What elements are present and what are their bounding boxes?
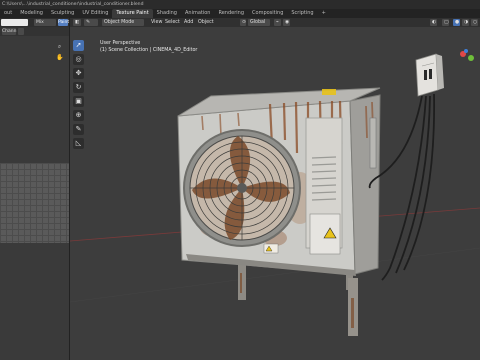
menu-object[interactable]: Object bbox=[196, 19, 216, 26]
side-bracket bbox=[369, 117, 377, 169]
menu-select[interactable]: Select bbox=[163, 19, 182, 26]
workspace-tabs: out Modeling Sculpting UV Editing Textur… bbox=[0, 9, 480, 18]
blend-mode-select[interactable]: Mix bbox=[34, 19, 56, 26]
image-editor-subheader: Chann bbox=[0, 27, 69, 36]
overlays-icon[interactable]: ◐ bbox=[430, 19, 437, 26]
scale-icon[interactable]: ▣ bbox=[73, 96, 84, 107]
proportional-edit-icon[interactable]: ◉ bbox=[283, 19, 290, 26]
add-workspace-button[interactable]: + bbox=[318, 9, 330, 18]
y-axis-icon bbox=[468, 55, 474, 61]
window-title: C:\Users\...\industrial_conditioner\indu… bbox=[0, 0, 480, 9]
image-editor-header: Mix Paint bbox=[0, 18, 69, 27]
viewport-info: User Perspective (1) Scene Collection | … bbox=[100, 40, 197, 54]
tab-scripting[interactable]: Scripting bbox=[287, 9, 317, 18]
z-axis-icon bbox=[464, 49, 468, 53]
tab-compositing[interactable]: Compositing bbox=[248, 9, 287, 18]
material-shading-icon[interactable]: ◑ bbox=[462, 19, 469, 26]
image-editor-panel: Mix Paint Chann ⌕ ✋ bbox=[0, 18, 70, 360]
electrical-box bbox=[415, 53, 444, 97]
xray-icon[interactable]: ▢ bbox=[442, 19, 449, 26]
select-cursor-icon[interactable]: ➚ bbox=[73, 40, 84, 51]
measure-icon[interactable]: ◺ bbox=[73, 138, 84, 149]
navigation-gizmo[interactable] bbox=[456, 48, 478, 78]
solid-shading-icon[interactable]: ● bbox=[453, 19, 460, 26]
paint-mode-button[interactable]: Paint bbox=[58, 19, 69, 26]
tool-shelf: ➚ ◎ ✥ ↻ ▣ ⊕ ✎ ◺ bbox=[73, 40, 85, 152]
move-icon[interactable]: ✥ bbox=[73, 68, 84, 79]
pan-hand-icon[interactable]: ✋ bbox=[56, 54, 63, 61]
tab-rendering[interactable]: Rendering bbox=[214, 9, 248, 18]
tab-shading[interactable]: Shading bbox=[153, 9, 181, 18]
uv-grid[interactable] bbox=[0, 163, 69, 243]
viewport-header: ◧ ✎ Object Mode View Select Add Object ⊙… bbox=[70, 18, 480, 27]
rendered-shading-icon[interactable]: ○ bbox=[471, 19, 478, 26]
top-label-sticker bbox=[322, 89, 336, 95]
cursor-icon[interactable]: ◎ bbox=[73, 54, 84, 65]
object-mode-select[interactable]: Object Mode bbox=[102, 19, 144, 26]
view-channels-select[interactable]: Chann bbox=[2, 28, 16, 35]
zoom-icon[interactable]: ⌕ bbox=[56, 43, 63, 50]
tab-animation[interactable]: Animation bbox=[181, 9, 215, 18]
transform-icon[interactable]: ⊕ bbox=[73, 110, 84, 121]
orientation-select[interactable]: Global bbox=[248, 19, 270, 26]
view-perspective-label: User Perspective bbox=[100, 41, 141, 46]
paint-brush-icon[interactable]: ✎ bbox=[84, 19, 98, 26]
chevron-down-icon[interactable] bbox=[18, 28, 24, 35]
tab-modeling[interactable]: Modeling bbox=[16, 9, 47, 18]
rotate-icon[interactable]: ↻ bbox=[73, 82, 84, 93]
3d-viewport[interactable]: ◧ ✎ Object Mode View Select Add Object ⊙… bbox=[70, 18, 480, 360]
menu-add[interactable]: Add bbox=[182, 19, 195, 26]
scene-render bbox=[70, 53, 480, 336]
tab-texture-paint[interactable]: Texture Paint bbox=[112, 9, 153, 18]
annotate-icon[interactable]: ✎ bbox=[73, 124, 84, 135]
tab-sculpting[interactable]: Sculpting bbox=[47, 9, 78, 18]
transform-pivot-icon[interactable]: ⊙ bbox=[240, 19, 246, 26]
tab-uv-editing[interactable]: UV Editing bbox=[78, 9, 112, 18]
label-sticker bbox=[263, 243, 279, 254]
snap-icon[interactable]: ⌁ bbox=[274, 19, 281, 26]
brush-field[interactable] bbox=[1, 19, 28, 26]
ac-unit-body bbox=[177, 87, 381, 275]
tab-layout[interactable]: out bbox=[0, 9, 16, 18]
scene-collection-label: (1) Scene Collection | CINEMA_4D_Editor bbox=[100, 48, 198, 53]
editor-type-icon[interactable]: ◧ bbox=[73, 19, 81, 26]
